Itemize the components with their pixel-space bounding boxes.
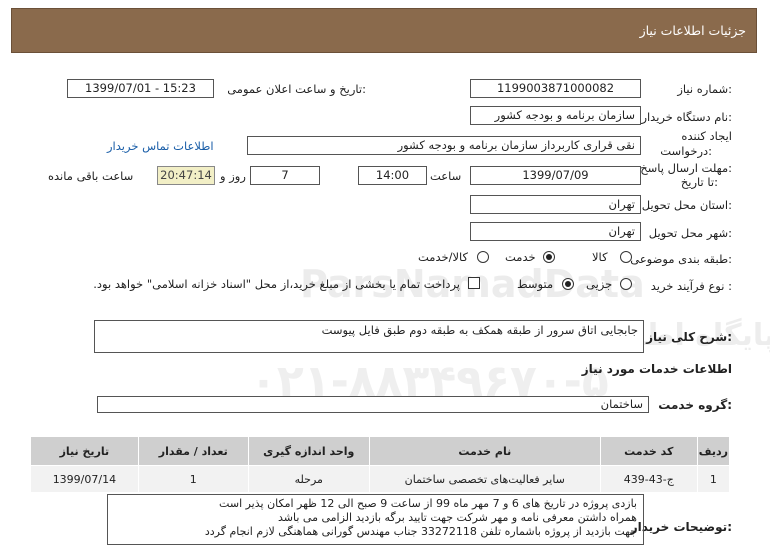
col-header-row-number: ردیف — [696, 436, 731, 466]
services-table: ردیف کد خدمت نام خدمت واحد اندازه گیری ت… — [30, 436, 731, 493]
remaining-label: ساعت باقی مانده — [48, 169, 134, 183]
category-radio-service[interactable] — [543, 251, 555, 263]
remaining-time-field: 20:47:14 — [157, 166, 215, 185]
announce-datetime-label: تاریخ و ساعت اعلان عمومی: — [227, 82, 366, 96]
buyer-note-line: همراه داشتن معرفی نامه و مهر شرکت جهت تا… — [278, 511, 637, 524]
summary-field: جابجایی اتاق سرور از طبقه همکف به طبقه د… — [94, 320, 644, 353]
cell-row-number: 1 — [696, 465, 731, 493]
purchase-radio-medium[interactable] — [562, 278, 574, 290]
summary-label: شرح کلی نیاز: — [646, 330, 732, 344]
treasury-payment-note: پرداخت تمام یا بخشی از مبلغ خرید،از محل … — [93, 277, 460, 291]
page-title: جزئیات اطلاعات نیاز — [639, 23, 746, 38]
table-row: 1 ج-43-439 سایر فعالیت‌های تخصصی ساختمان… — [30, 465, 731, 493]
creator-label-line2: درخواست: — [660, 144, 712, 158]
purchase-option-minor: جزیی — [586, 277, 613, 291]
col-header-need-date: تاریخ نیاز — [30, 436, 139, 466]
province-field[interactable]: تهران — [470, 195, 641, 214]
buyer-org-label: نام دستگاه خریدار: — [641, 110, 732, 124]
deadline-time-label: ساعت — [430, 169, 462, 183]
buyer-notes-box: بازدی پروژه در تاریخ های 6 و 7 مهر ماه 9… — [107, 494, 644, 545]
buyer-note-line: جهت بازدید از پروژه باشماره تلفن 3327211… — [204, 525, 637, 538]
province-label: استان محل تحویل: — [641, 198, 732, 212]
announce-datetime-field[interactable]: 1399/07/01 - 15:23 — [67, 79, 214, 98]
deadline-label-line2: تا تاریخ: — [680, 175, 718, 189]
category-option-goods-service: کالا/خدمت — [418, 250, 469, 264]
deadline-date-field[interactable]: 1399/07/09 — [470, 166, 641, 185]
days-label: روز و — [220, 169, 246, 183]
buyer-org-field[interactable]: سازمان برنامه و بودجه کشور — [470, 106, 641, 125]
page-header: جزئیات اطلاعات نیاز — [11, 8, 757, 53]
col-header-quantity: تعداد / مقدار — [137, 436, 249, 466]
need-number-field[interactable]: 1199003871000082 — [470, 79, 641, 98]
category-radio-goods-service[interactable] — [477, 251, 489, 263]
service-group-field: ساختمان — [97, 396, 649, 413]
purchase-radio-minor[interactable] — [620, 278, 632, 290]
cell-service-name: سایر فعالیت‌های تخصصی ساختمان — [368, 465, 601, 493]
buyer-note-line: بازدی پروژه در تاریخ های 6 و 7 مهر ماه 9… — [219, 497, 637, 510]
cell-quantity: 1 — [137, 465, 249, 493]
need-number-label: شماره نیاز: — [677, 82, 732, 96]
treasury-payment-checkbox[interactable] — [468, 277, 480, 289]
table-header-row: ردیف کد خدمت نام خدمت واحد اندازه گیری ت… — [30, 436, 731, 466]
cell-unit: مرحله — [247, 465, 370, 493]
col-header-service-name: نام خدمت — [368, 436, 601, 466]
col-header-unit: واحد اندازه گیری — [247, 436, 370, 466]
services-info-heading: اطلاعات خدمات مورد نیاز — [581, 362, 732, 376]
city-field[interactable]: تهران — [470, 222, 641, 241]
category-radio-goods[interactable] — [620, 251, 632, 263]
category-option-goods: کالا — [592, 250, 608, 264]
creator-field[interactable]: نقی قراری کاربرداز سازمان برنامه و بودجه… — [247, 136, 641, 155]
col-header-service-code: کد خدمت — [599, 436, 698, 466]
city-label: شهر محل تحویل: — [648, 226, 732, 240]
days-field[interactable]: 7 — [250, 166, 320, 185]
buyer-notes-label: توضیحات خریدار: — [630, 520, 732, 534]
service-group-label: گروه خدمت: — [658, 398, 732, 412]
buyer-contact-link[interactable]: اطلاعات تماس خریدار — [107, 139, 214, 153]
cell-need-date: 1399/07/14 — [30, 465, 139, 493]
category-option-service: خدمت — [505, 250, 536, 264]
purchase-option-medium: متوسط — [517, 277, 554, 291]
deadline-label-line1: مهلت ارسال پاسخ: — [640, 161, 732, 175]
creator-label-line1: ایجاد کننده — [681, 129, 732, 143]
cell-service-code: ج-43-439 — [599, 465, 698, 493]
deadline-time-field[interactable]: 14:00 — [358, 166, 427, 185]
purchase-type-label: نوع فرآیند خرید : — [650, 279, 732, 293]
category-label: طبقه بندی موضوعی: — [630, 252, 732, 266]
